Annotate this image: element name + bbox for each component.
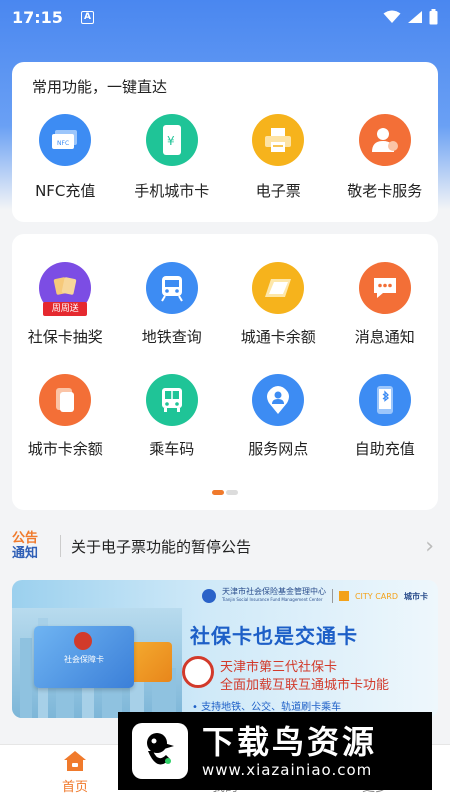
seal-icon — [182, 656, 214, 688]
banner-line-1: 天津市第三代社保卡 — [220, 660, 338, 675]
social-card-lottery-label: 社保卡抽奖 — [27, 328, 103, 346]
svg-text:¥: ¥ — [167, 134, 175, 148]
ride-code-label: 乘车码 — [149, 440, 195, 458]
home-icon — [64, 751, 86, 771]
ride-code-button[interactable]: 乘车码 — [119, 374, 226, 459]
location-person-icon — [252, 374, 305, 426]
svg-text:NFC: NFC — [57, 140, 69, 147]
service-outlets-button[interactable]: 服务网点 — [225, 374, 332, 459]
self-recharge-label: 自助充值 — [354, 440, 415, 458]
watermark-url: www.xiazainiao.com — [202, 761, 373, 779]
phone-bluetooth-icon — [358, 374, 411, 426]
watermark-title: 下载鸟资源 — [202, 723, 378, 761]
lottery-badge: 周周送 — [43, 302, 88, 316]
city-card-remaining-label: 城市卡余额 — [27, 440, 103, 458]
card-icon — [252, 262, 305, 314]
announcement-badge: 公告 通知 — [12, 531, 39, 561]
banner-organizations: 天津市社会保险基金管理中心 Tianjin Social Insurance F… — [201, 587, 428, 604]
message-notification-button[interactable]: 消息通知 — [332, 262, 439, 347]
social-security-card-image: 社会保障卡 — [34, 626, 134, 688]
social-card-lottery-button[interactable]: 周周送 社保卡抽奖 — [12, 262, 119, 347]
battery-icon — [429, 9, 438, 25]
page-indicator — [212, 490, 238, 495]
bus-icon — [145, 374, 198, 426]
metro-query-button[interactable]: 地铁查询 — [119, 262, 226, 347]
banner-line-2: 全面加载互联互通城市卡功能 — [220, 678, 390, 693]
banner-line-3: • 支持地铁、公交、轨道刷卡乘车 — [192, 702, 342, 713]
quick-access-card: 常用功能，一键直达 NFC NFC充值 ¥ 手机城市卡 电子票 敬老卡服务 — [12, 62, 438, 222]
metro-train-icon — [145, 262, 198, 314]
metro-query-label: 地铁查询 — [141, 328, 202, 346]
social-insurance-logo-icon — [201, 589, 216, 603]
city-card-balance-button[interactable]: 城通卡余额 — [225, 262, 332, 347]
notice-text[interactable]: 关于电子票功能的暂停公告 — [71, 536, 425, 557]
signal-icon — [408, 11, 422, 23]
chevron-right-icon: › — [425, 533, 434, 559]
mobile-city-card-button[interactable]: ¥ 手机城市卡 — [119, 114, 226, 201]
printer-icon — [252, 114, 305, 166]
quick-access-title: 常用功能，一键直达 — [32, 78, 168, 96]
senior-card-service-label: 敬老卡服务 — [347, 182, 423, 200]
nfc-recharge-button[interactable]: NFC NFC充值 — [12, 114, 119, 201]
city-card-logo-icon — [338, 591, 349, 601]
message-notification-label: 消息通知 — [354, 328, 415, 346]
watermark-overlay: 下载鸟资源 www.xiazainiao.com — [118, 712, 432, 790]
e-ticket-label: 电子票 — [255, 182, 301, 200]
city-card-balance-label: 城通卡余额 — [240, 328, 316, 346]
notice-bar[interactable]: 公告 通知 关于电子票功能的暂停公告 › — [12, 522, 438, 570]
services-grid-card: 周周送 社保卡抽奖 地铁查询 城通卡余额 消息通知 城市卡余额 乘车码 服务网点… — [12, 234, 438, 510]
message-bubble-icon — [358, 262, 411, 314]
card-name-text: 社会保障卡 — [64, 655, 104, 664]
mobile-city-card-label: 手机城市卡 — [134, 182, 210, 200]
nfc-card-icon: NFC — [39, 114, 92, 166]
city-card-brand: CITY CARD — [354, 591, 398, 601]
status-bar: 17:15 A — [0, 0, 450, 34]
e-ticket-button[interactable]: 电子票 — [225, 114, 332, 201]
accessibility-indicator-icon: A — [80, 10, 94, 24]
city-card-brand-label: 城市卡 — [404, 591, 428, 601]
service-outlets-label: 服务网点 — [248, 440, 309, 458]
bird-logo-icon — [132, 723, 188, 779]
senior-card-service-button[interactable]: 敬老卡服务 — [332, 114, 439, 201]
tab-home-label: 首页 — [61, 780, 88, 795]
lottery-tickets-icon: 周周送 — [39, 262, 92, 316]
wallet-card-icon — [39, 374, 92, 426]
elderly-person-icon — [358, 114, 411, 166]
notice-divider — [60, 535, 61, 557]
self-recharge-button[interactable]: 自助充值 — [332, 374, 439, 459]
org-text: 天津市社会保险基金管理中心 Tianjin Social Insurance F… — [221, 587, 326, 603]
org-divider — [331, 589, 333, 603]
wifi-icon — [383, 10, 401, 23]
page-dot — [226, 490, 238, 495]
banner-headline: 社保卡也是交通卡 — [190, 624, 358, 648]
phone-yuan-icon: ¥ — [145, 114, 198, 166]
page-dot-active — [212, 490, 224, 495]
national-emblem-icon — [74, 632, 92, 650]
city-card-remaining-button[interactable]: 城市卡余额 — [12, 374, 119, 459]
promo-banner[interactable]: 天津市社会保险基金管理中心 Tianjin Social Insurance F… — [12, 580, 438, 718]
status-time: 17:15 — [12, 7, 63, 27]
nfc-recharge-label: NFC充值 — [35, 182, 96, 200]
